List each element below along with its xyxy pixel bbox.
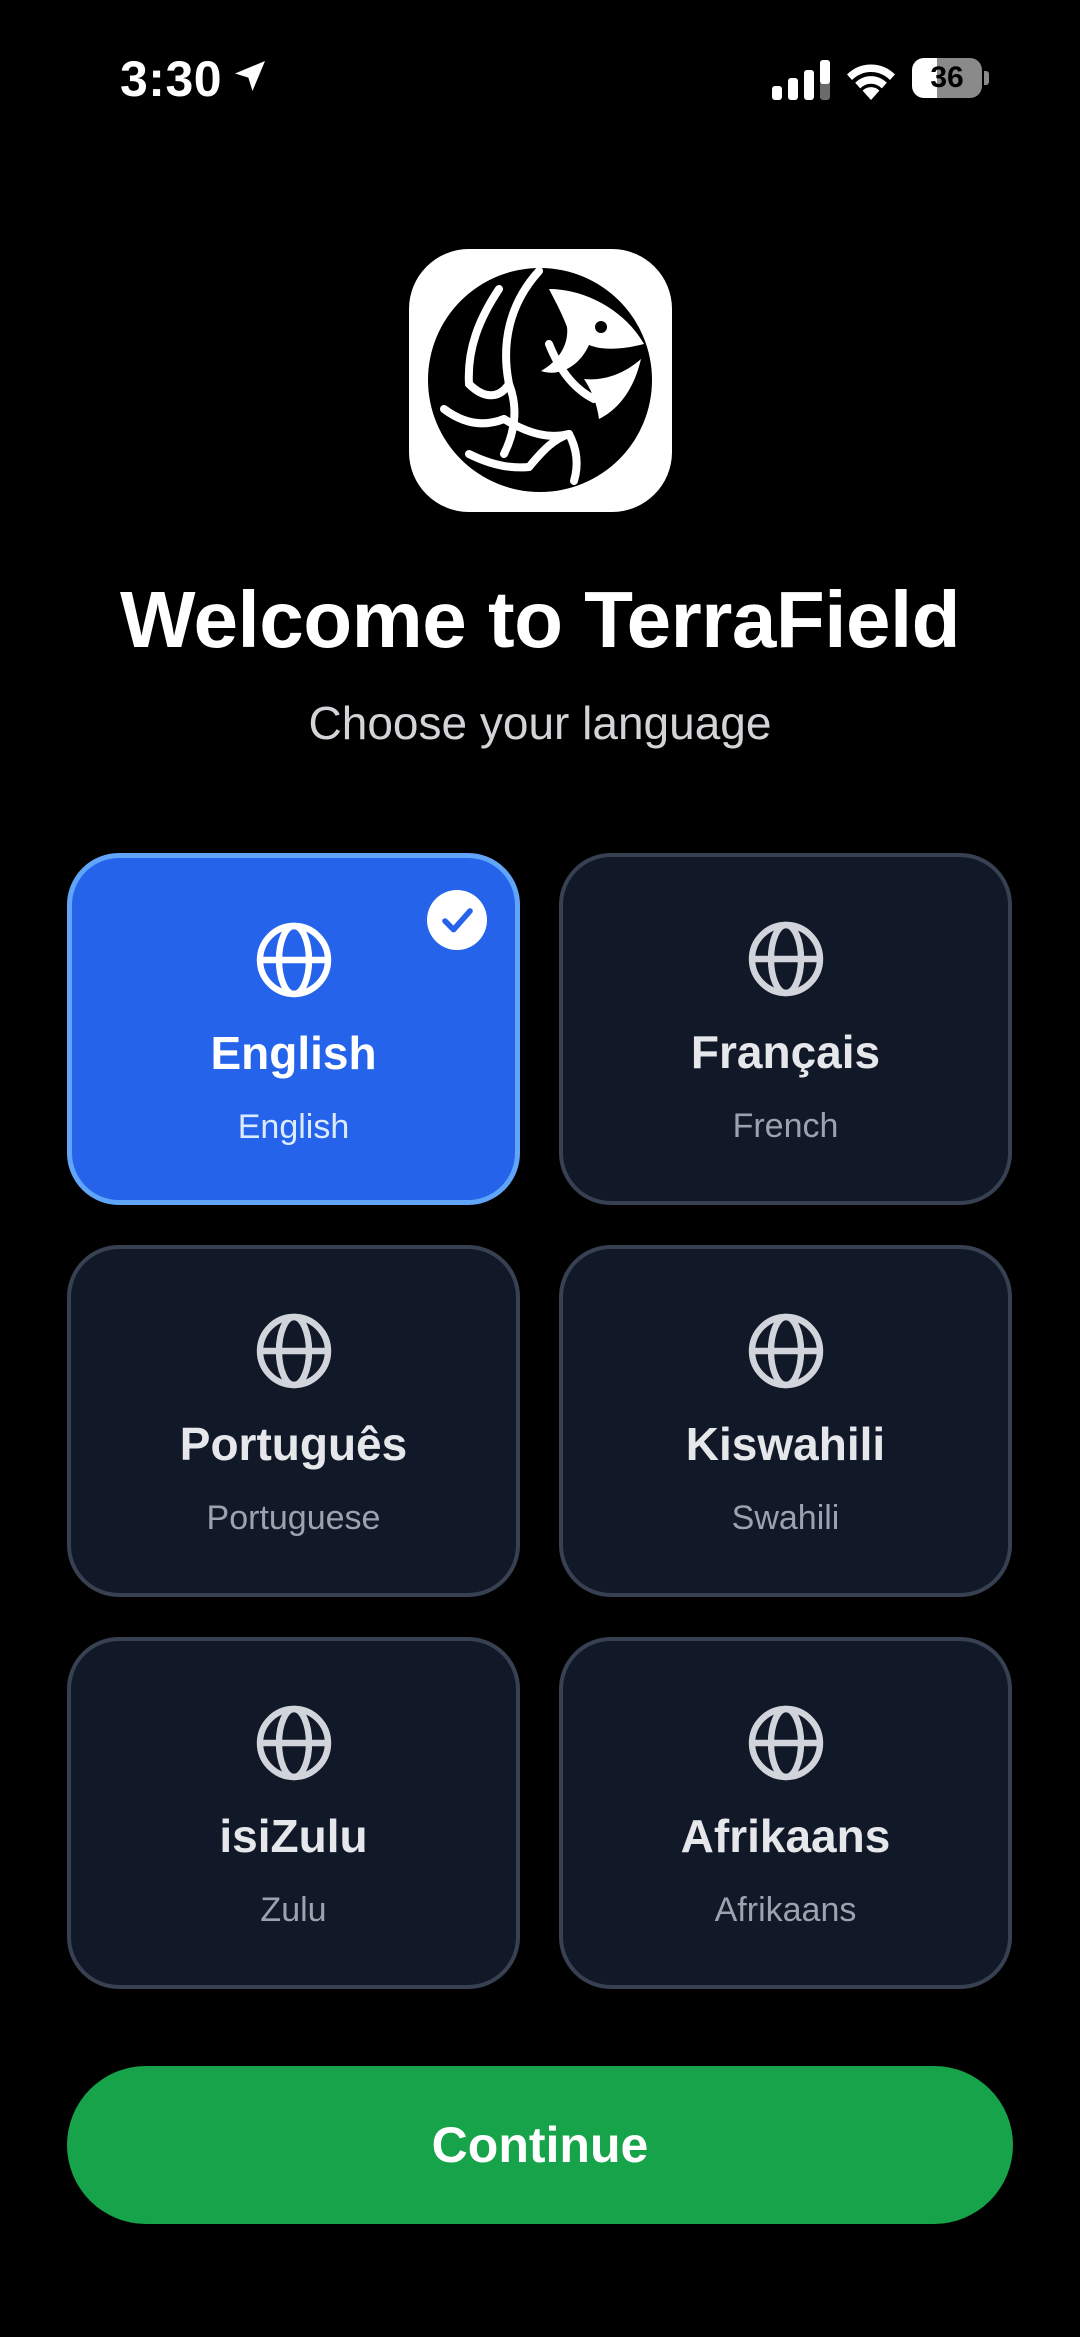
selected-check-icon xyxy=(427,890,487,950)
globe-icon xyxy=(256,1313,331,1389)
globe-icon xyxy=(256,922,331,998)
language-card-afrikaans[interactable]: Afrikaans Afrikaans xyxy=(559,1637,1012,1989)
wifi-icon xyxy=(847,64,895,100)
language-card-zulu[interactable]: isiZulu Zulu xyxy=(67,1637,520,1989)
globe-icon xyxy=(748,1705,823,1781)
language-native-name: isiZulu xyxy=(219,1810,368,1862)
language-native-name: Français xyxy=(690,1026,881,1078)
cellular-signal-icon xyxy=(772,60,830,100)
language-native-name: Afrikaans xyxy=(680,1810,891,1862)
language-card-portuguese[interactable]: Português Portuguese xyxy=(67,1245,520,1597)
language-english-name: English xyxy=(237,1108,350,1146)
language-english-name: French xyxy=(732,1107,839,1145)
battery-cap xyxy=(984,71,989,85)
language-english-name: Swahili xyxy=(731,1499,840,1537)
status-time: 3:30 xyxy=(120,51,223,107)
pangolin-logo xyxy=(409,249,672,512)
battery-level: 36 xyxy=(930,61,964,94)
language-english-name: Portuguese xyxy=(206,1499,381,1537)
language-native-name: English xyxy=(210,1027,377,1079)
page-subtitle: Choose your language xyxy=(308,697,772,749)
language-card-french[interactable]: Français French xyxy=(559,853,1012,1205)
language-english-name: Zulu xyxy=(260,1891,327,1929)
page-title: Welcome to TerraField xyxy=(119,575,961,664)
language-card-english[interactable]: English English xyxy=(67,853,520,1205)
location-arrow-icon xyxy=(235,61,265,91)
battery-icon: 36 xyxy=(912,58,989,98)
continue-button[interactable]: Continue xyxy=(67,2066,1013,2224)
language-native-name: Kiswahili xyxy=(685,1418,886,1470)
globe-icon xyxy=(256,1705,331,1781)
status-bar: 3:30 36 xyxy=(0,0,1080,160)
globe-icon xyxy=(748,1313,823,1389)
language-english-name: Afrikaans xyxy=(714,1891,857,1929)
language-card-swahili[interactable]: Kiswahili Swahili xyxy=(559,1245,1012,1597)
globe-icon xyxy=(748,921,823,997)
language-native-name: Português xyxy=(179,1418,408,1470)
